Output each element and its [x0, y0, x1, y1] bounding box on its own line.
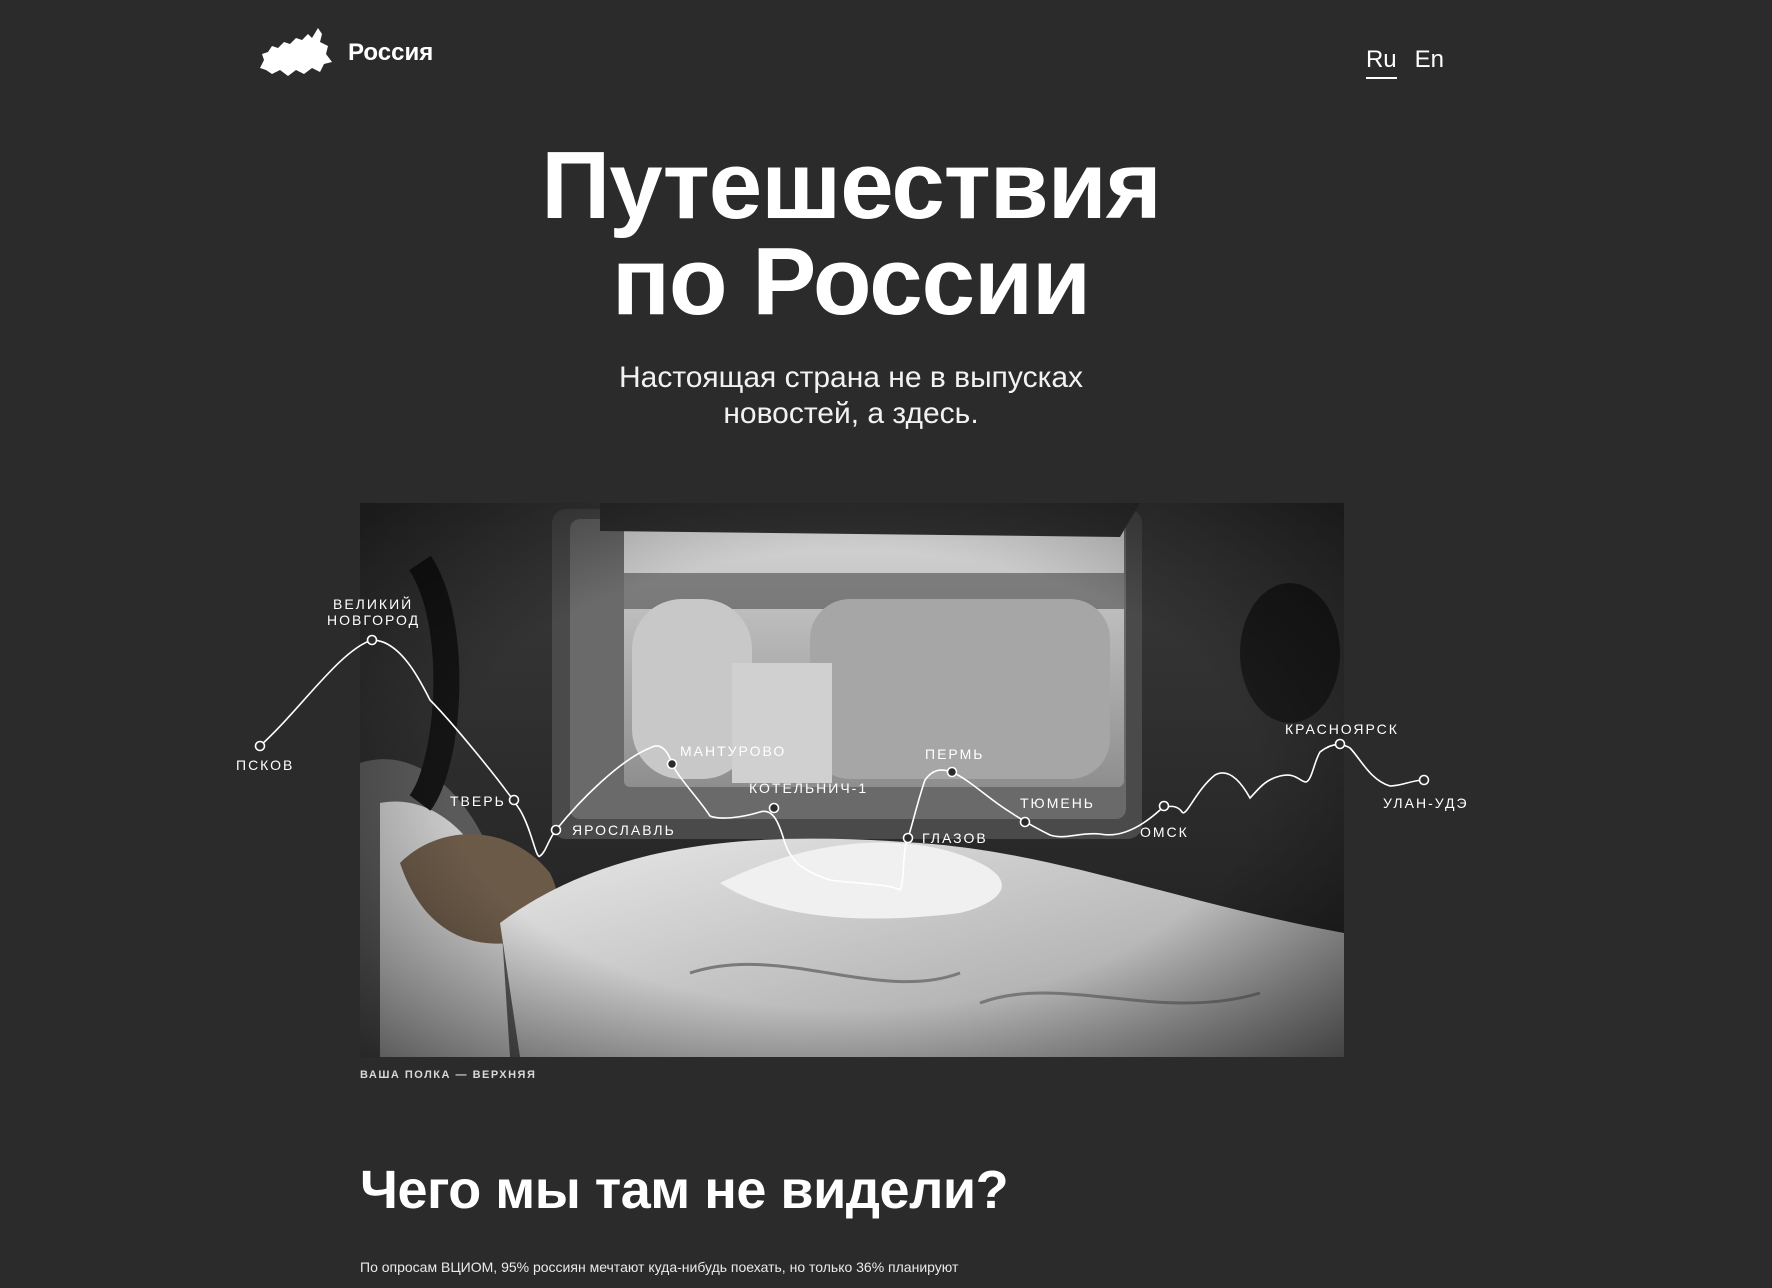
lang-en-link[interactable]: En: [1415, 46, 1444, 79]
hero-photo: [360, 503, 1344, 1057]
logo-text: Россия: [348, 39, 434, 66]
stop-marker: [254, 740, 266, 752]
hero-subtitle-line2: новостей, а здесь.: [723, 397, 979, 430]
section-title: Чего мы там не видели?: [360, 1160, 1009, 1220]
hero-title: Путешествия по России: [0, 138, 1702, 330]
photo-caption: ВАША ПОЛКА — ВЕРХНЯЯ: [360, 1069, 537, 1081]
stop-label-pskov: ПСКОВ: [236, 757, 294, 773]
section-paragraph: По опросам ВЦИОМ, 95% россиян мечтают ку…: [360, 1259, 959, 1275]
logo-link[interactable]: Россия: [258, 24, 433, 80]
russia-map-icon: [260, 28, 332, 76]
lang-ru-link[interactable]: Ru: [1365, 46, 1397, 79]
stop-label-ulan-ude: УЛАН-УДЭ: [1383, 795, 1469, 811]
hero-subtitle: Настоящая страна не в выпусках новостей,…: [0, 360, 1702, 432]
hero-title-line2: по России: [611, 228, 1091, 335]
top-bar: Россия Ru En: [0, 0, 1772, 120]
hero-title-line1: Путешествия: [541, 132, 1162, 239]
train-compartment-photo: [360, 503, 1344, 1057]
language-switcher: Ru En: [1365, 46, 1444, 79]
stop-marker: [1418, 774, 1430, 786]
hero-subtitle-line1: Настоящая страна не в выпусках: [618, 361, 1084, 394]
